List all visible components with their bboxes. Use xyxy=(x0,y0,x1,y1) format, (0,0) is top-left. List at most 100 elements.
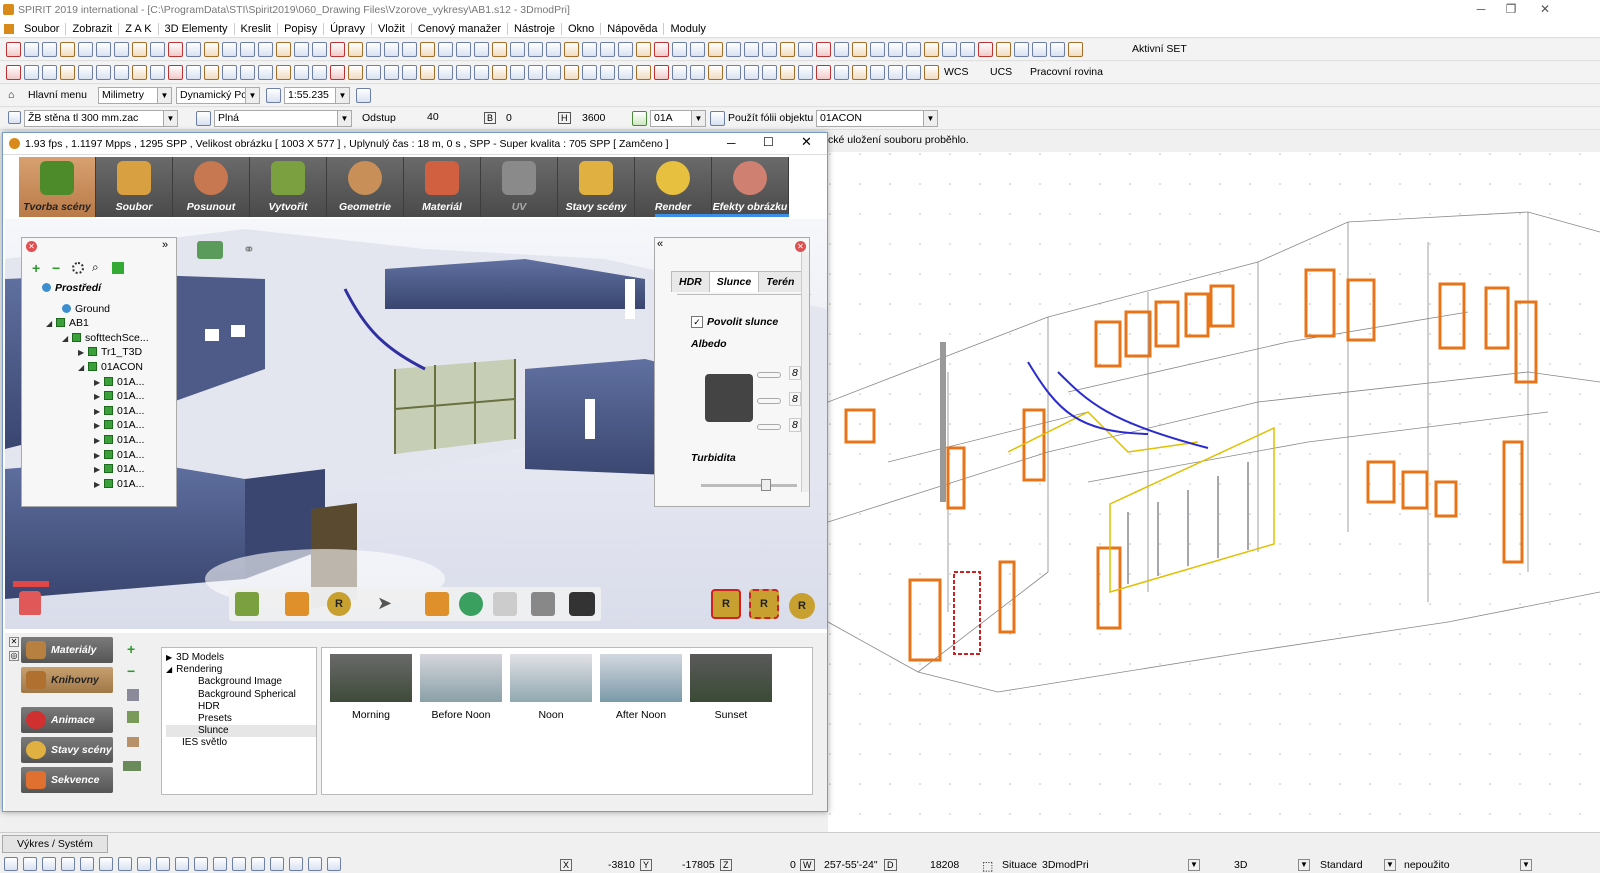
toolbar-tool-icon[interactable] xyxy=(312,42,327,57)
toolbar-tool-icon[interactable] xyxy=(600,65,615,80)
toolbar-tool-icon[interactable] xyxy=(42,65,57,80)
menu-kreslit[interactable]: Kreslit xyxy=(235,22,279,35)
remove-icon[interactable]: − xyxy=(52,260,60,276)
snap-tool-icon[interactable] xyxy=(308,857,322,871)
view-options-icon[interactable] xyxy=(123,761,141,771)
toolbar-tool-icon[interactable] xyxy=(24,65,39,80)
panel-scrollbar[interactable] xyxy=(801,252,809,492)
menu-popisy[interactable]: Popisy xyxy=(278,22,325,35)
expand-icon[interactable]: ▶ xyxy=(94,378,104,387)
tab-teren[interactable]: Terén xyxy=(758,271,803,292)
menu-cenovy-manazer[interactable]: Cenový manažer xyxy=(412,22,509,35)
toolbar-tool-icon[interactable] xyxy=(276,42,291,57)
toolbar-tool-icon[interactable] xyxy=(276,65,291,80)
toolbar-tool-icon[interactable] xyxy=(546,42,561,57)
tab-geometrie[interactable]: Geometrie xyxy=(327,157,404,217)
toolbar-tool-icon[interactable] xyxy=(888,42,903,57)
tree-item[interactable]: Prostředí xyxy=(26,282,149,297)
download-icon[interactable] xyxy=(127,711,139,723)
pointer-icon[interactable]: ➤ xyxy=(377,593,392,614)
toolbar-tool-icon[interactable] xyxy=(834,42,849,57)
toolbar-tool-icon[interactable] xyxy=(528,65,543,80)
tree-item[interactable]: IES světlo xyxy=(166,737,316,749)
menu-nastroje[interactable]: Nástroje xyxy=(508,22,562,35)
toolbar-tool-icon[interactable] xyxy=(60,42,75,57)
layer-select[interactable]: 01A ▼ xyxy=(650,110,706,127)
toolbar-tool-icon[interactable] xyxy=(744,65,759,80)
snap-tool-icon[interactable] xyxy=(61,857,75,871)
albedo-value-b[interactable]: 8 xyxy=(789,418,801,432)
preset-morning[interactable]: Morning xyxy=(330,654,412,721)
render-selection-icon[interactable]: R xyxy=(749,589,779,619)
toolbar-tool-icon[interactable] xyxy=(816,42,831,57)
chevron-down-icon[interactable]: ▼ xyxy=(1384,859,1396,871)
toolbar-tool-icon[interactable] xyxy=(870,65,885,80)
active-set-label[interactable]: Aktivní SET xyxy=(1132,43,1187,55)
work-plane-label[interactable]: Pracovní rovina xyxy=(1030,66,1103,78)
toolbar-tool-icon[interactable] xyxy=(618,65,633,80)
toolbar-tool-icon[interactable] xyxy=(222,65,237,80)
albedo-slider-b[interactable] xyxy=(757,424,781,430)
tree-item[interactable]: Presets xyxy=(166,713,316,725)
close-panel-icon[interactable]: ✕ xyxy=(26,241,37,252)
pin-icon[interactable]: ◎ xyxy=(9,651,19,661)
toolbar-tool-icon[interactable] xyxy=(798,42,813,57)
toolbar-tool-icon[interactable] xyxy=(474,42,489,57)
toolbar-tool-icon[interactable] xyxy=(78,65,93,80)
camera-snapshot-icon[interactable] xyxy=(569,592,595,616)
tab-vytvorit[interactable]: Vytvořit xyxy=(250,157,327,217)
tab-stavy-sceny[interactable]: Stavy scény xyxy=(558,157,635,217)
snap-tool-icon[interactable] xyxy=(137,857,151,871)
b-value[interactable]: 0 xyxy=(506,112,512,124)
snap-tool-icon[interactable] xyxy=(42,857,56,871)
toolbar-tool-icon[interactable] xyxy=(1014,42,1029,57)
toolbar-tool-icon[interactable] xyxy=(438,65,453,80)
snap-tool-icon[interactable] xyxy=(118,857,132,871)
expand-icon[interactable]: ▶ xyxy=(94,421,104,430)
remove-icon[interactable]: − xyxy=(127,663,135,679)
toolbar-tool-icon[interactable] xyxy=(438,42,453,57)
tree-item[interactable]: Ground xyxy=(26,303,149,318)
toolbar-tool-icon[interactable] xyxy=(996,42,1011,57)
toolbar-tool-icon[interactable] xyxy=(690,65,705,80)
expand-icon[interactable]: ◢ xyxy=(62,334,72,343)
nav-materialy[interactable]: Materiály xyxy=(21,637,113,663)
toolbar-tool-icon[interactable] xyxy=(636,42,651,57)
grid-settings-icon[interactable] xyxy=(356,88,371,103)
menu-okno[interactable]: Okno xyxy=(562,22,602,35)
expand-icon[interactable]: ◢ xyxy=(46,319,56,328)
tab-hdr[interactable]: HDR xyxy=(671,271,710,292)
toolbar-tool-icon[interactable] xyxy=(384,42,399,57)
expand-icon[interactable]: ◢ xyxy=(78,363,88,372)
menu-napoveda[interactable]: Nápověda xyxy=(601,22,665,35)
preset-before-noon[interactable]: Before Noon xyxy=(420,654,502,721)
turbidity-slider-track[interactable] xyxy=(701,484,797,487)
minimize-icon[interactable]: ─ xyxy=(1466,2,1496,16)
ucs-label[interactable]: UCS xyxy=(990,66,1012,78)
toolbar-tool-icon[interactable] xyxy=(546,65,561,80)
snap-tool-icon[interactable] xyxy=(194,857,208,871)
albedo-color-swatch[interactable] xyxy=(705,374,753,422)
toolbar-tool-icon[interactable] xyxy=(726,42,741,57)
preset-noon[interactable]: Noon xyxy=(510,654,592,721)
render-stop-icon[interactable]: R xyxy=(789,593,815,619)
preset-sunset[interactable]: Sunset xyxy=(690,654,772,721)
toolbar-tool-icon[interactable] xyxy=(240,65,255,80)
toolbar-tool-icon[interactable] xyxy=(96,65,111,80)
tree-item[interactable]: ▶ 01A... xyxy=(26,434,149,449)
menu-3d-elementy[interactable]: 3D Elementy xyxy=(159,22,235,35)
toolbar-tool-icon[interactable] xyxy=(672,65,687,80)
toolbar-tool-icon[interactable] xyxy=(924,65,939,80)
menu-moduly[interactable]: Moduly xyxy=(664,23,711,35)
albedo-value-g[interactable]: 8 xyxy=(789,392,801,406)
tree-item[interactable]: ▶ Tr1_T3D xyxy=(26,346,149,361)
toolbar-tool-icon[interactable] xyxy=(402,65,417,80)
menu-vlozit[interactable]: Vložit xyxy=(372,22,412,35)
toolbar-tool-icon[interactable] xyxy=(330,42,345,57)
albedo-slider-g[interactable] xyxy=(757,398,781,404)
tree-item[interactable]: ▶ 01A... xyxy=(26,449,149,464)
tree-item[interactable]: ▶ 01A... xyxy=(26,376,149,391)
toolbar-tool-icon[interactable] xyxy=(1068,42,1083,57)
nav-sekvence[interactable]: Sekvence xyxy=(21,767,113,793)
nav-knihovny[interactable]: Knihovny xyxy=(21,667,113,693)
